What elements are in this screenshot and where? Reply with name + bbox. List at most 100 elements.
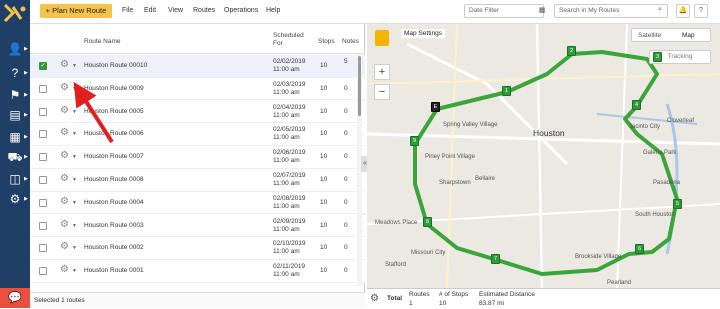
header-route-name[interactable]: Route Name [84,38,121,46]
zoom-out-button[interactable]: − [374,84,390,100]
route-name[interactable]: Houston Route 0008 [84,176,144,184]
gear-icon[interactable]: ⚙ [60,128,69,138]
map-view[interactable]: Map Settings Satellite Map Tracking + − … [367,24,720,308]
street-view-pegman-icon[interactable] [375,30,389,46]
map-toggle-option[interactable]: Map [682,32,695,39]
menu-file[interactable]: File [122,7,133,14]
date-filter-input[interactable]: Date Filter [464,4,544,18]
stop-marker-5[interactable]: 5 [673,199,682,209]
stop-marker-1[interactable]: 1 [502,86,511,96]
menu-view[interactable]: View [168,7,183,14]
help-icon[interactable]: ? [6,66,24,80]
gear-icon[interactable]: ⚙ [60,82,69,93]
row-checkbox[interactable] [39,84,47,93]
chevron-right-icon[interactable]: ▶ [24,134,28,140]
route-end-marker[interactable]: E [431,102,440,112]
gear-icon[interactable]: ⚙ [60,151,69,161]
caret-down-icon[interactable]: ▼ [72,223,77,229]
address-book-icon[interactable]: ▤ [6,108,24,122]
analytics-icon[interactable]: ◫ [6,172,24,186]
app-logo-icon[interactable] [3,3,27,23]
route-name[interactable]: Houston Route 0004 [84,199,144,207]
caret-down-icon[interactable]: ▼ [72,245,77,251]
caret-down-icon[interactable]: ▼ [72,109,77,115]
row-checkbox[interactable] [39,153,47,162]
chevron-right-icon[interactable]: ▶ [24,176,28,182]
chevron-right-icon[interactable]: ▶ [24,112,28,118]
stop-marker-4[interactable]: 4 [632,100,641,110]
gear-icon[interactable]: ⚙ [60,60,69,70]
route-name[interactable]: Houston Route 0006 [84,130,144,138]
caret-down-icon[interactable]: ▼ [72,131,77,137]
satellite-toggle[interactable]: Satellite [638,32,661,39]
table-row[interactable]: ⚙ ▼ Houston Route 0007 02/06/2019 11:00 am 10… [30,146,365,169]
menu-edit[interactable]: Edit [144,7,156,14]
caret-down-icon[interactable]: ▼ [72,268,77,274]
gear-icon[interactable]: ⚙ [60,196,69,207]
chevron-right-icon[interactable]: ▶ [24,196,28,202]
add-user-icon[interactable]: 👤 [6,42,24,56]
notifications-bell-icon[interactable]: 🔔 [676,4,690,18]
row-checkbox[interactable] [39,221,47,230]
calendar-icon[interactable]: ▦ [536,4,548,18]
menu-routes[interactable]: Routes [193,7,215,14]
chevron-right-icon[interactable]: ▶ [24,154,28,160]
route-name[interactable]: Houston Route 0007 [84,153,144,161]
chevron-right-icon[interactable]: ▶ [24,92,28,98]
chevron-right-icon[interactable]: ▶ [24,70,28,76]
map-settings-button[interactable]: Map Settings [401,29,445,38]
row-checkbox[interactable] [39,130,47,139]
route-name[interactable]: Houston Route 0005 [84,108,144,116]
caret-down-icon[interactable]: ▼ [72,86,77,92]
row-checkbox[interactable] [39,176,47,184]
stop-marker-6[interactable]: 6 [635,244,644,254]
route-name[interactable]: Houston Route 00010 [84,62,147,70]
zoom-in-button[interactable]: + [374,64,390,80]
route-name[interactable]: Houston Route 0003 [84,222,144,230]
settings-gear-icon[interactable]: ⚙ [370,293,379,304]
search-icon[interactable]: ⌕ [658,6,666,14]
header-stops[interactable]: Stops [318,38,335,46]
stop-marker-3[interactable]: 3 [653,52,662,62]
route-name[interactable]: Houston Route 0001 [84,267,144,275]
gear-icon[interactable]: ⚙ [60,174,69,184]
table-row[interactable]: ✓ ⚙ ▼ Houston Route 00010 02/02/2019 11:00 am… [30,55,365,78]
route-name[interactable]: Houston Route 0009 [84,85,144,93]
row-checkbox[interactable] [39,267,47,276]
table-row[interactable]: ⚙ ▼ Houston Route 0006 02/05/2019 11:00 am 10… [30,123,365,146]
gear-icon[interactable]: ⚙ [60,219,69,230]
gear-icon[interactable]: ⚙ [60,242,69,252]
caret-down-icon[interactable]: ▼ [72,200,77,206]
menu-operations[interactable]: Operations [224,7,258,14]
orders-icon[interactable]: ▦ [6,130,24,144]
chevron-right-icon[interactable]: ▶ [24,46,28,52]
search-input[interactable]: Search in My Routes [554,4,668,18]
row-checkbox[interactable] [39,107,47,116]
table-row[interactable]: ⚙ ▼ Houston Route 0003 02/09/2019 11:00 am 10… [30,214,365,238]
caret-down-icon[interactable]: ▼ [72,177,77,183]
routes-icon[interactable]: ⚑ [6,88,24,102]
caret-down-icon[interactable]: ▼ [72,63,77,69]
stop-marker-8[interactable]: 8 [423,217,432,227]
header-scheduled-for[interactable]: Scheduled For [273,32,307,48]
stop-marker-9[interactable]: 9 [410,136,419,146]
table-row[interactable]: ⚙ ▼ Houston Route 0008 02/07/2019 11:00 am 10… [30,169,365,192]
gear-icon[interactable]: ⚙ [60,105,69,116]
team-icon[interactable]: ⚙ [6,192,24,206]
table-row[interactable]: ⚙ ▼ Houston Route 0009 02/03/2019 11:00 am 10… [30,77,365,101]
row-checkbox[interactable]: ✓ [39,62,47,70]
table-row[interactable]: ⚙ ▼ Houston Route 0001 02/11/2019 11:00 am 10… [30,260,365,283]
caret-down-icon[interactable]: ▼ [72,154,77,160]
header-notes[interactable]: Notes [342,38,359,46]
table-row[interactable]: ⚙ ▼ Houston Route 0004 02/08/2019 11:00 am 10… [30,191,365,215]
plan-new-route-button[interactable]: + Plan New Route [40,4,112,18]
menu-help[interactable]: Help [266,7,280,14]
truck-icon[interactable]: ⛟ [6,150,24,164]
table-row[interactable]: ⚙ ▼ Houston Route 0005 02/04/2019 11:00 am 10… [30,100,365,124]
row-checkbox[interactable] [39,244,47,253]
scrollbar-thumb[interactable] [358,56,361,116]
row-checkbox[interactable] [39,198,47,207]
chat-button[interactable]: 💬 [0,288,30,308]
map-type-toggle[interactable]: Satellite Map [631,28,711,42]
table-row[interactable]: ⚙ ▼ Houston Route 0002 02/10/2019 11:00 am 10… [30,237,365,260]
